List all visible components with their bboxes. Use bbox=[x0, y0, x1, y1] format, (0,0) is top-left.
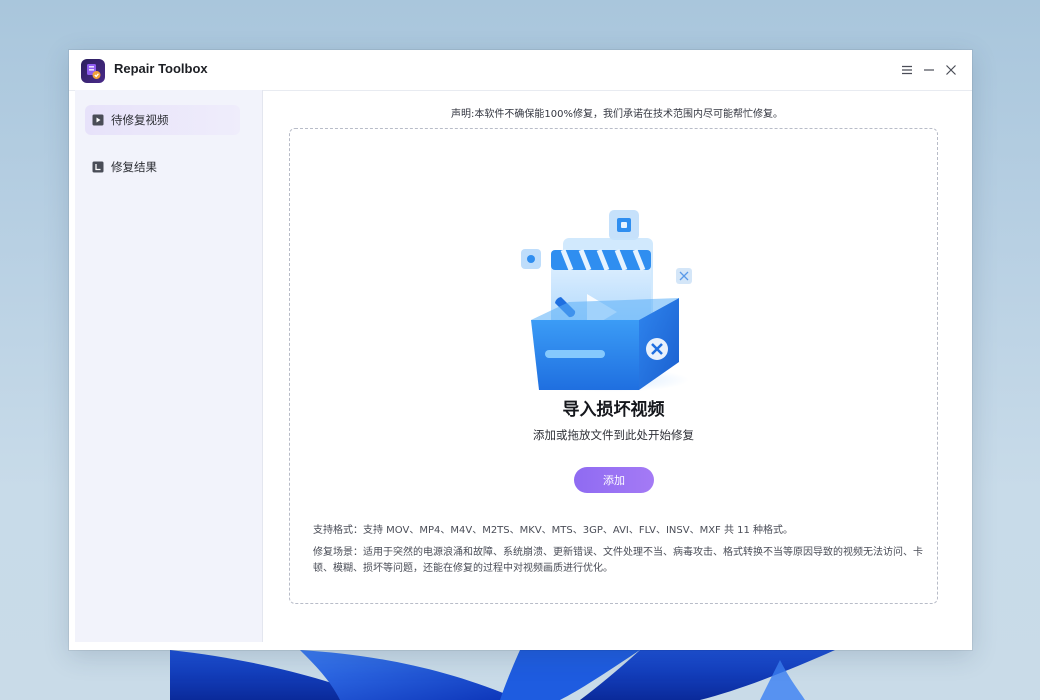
video-file-icon bbox=[92, 114, 104, 126]
sidebar-item-label: 修复结果 bbox=[111, 160, 157, 174]
video-repair-box-illustration bbox=[521, 210, 692, 392]
minimize-icon[interactable] bbox=[921, 62, 937, 78]
drop-zone-subtitle: 添加或拖放文件到此处开始修复 bbox=[533, 428, 694, 442]
disclaimer-text: 声明:本软件不确保能100%修复，我们承诺在技术范围内尽可能帮忙修复。 bbox=[451, 109, 783, 120]
close-icon[interactable] bbox=[943, 62, 959, 78]
sidebar-item-label: 待修复视频 bbox=[111, 113, 169, 127]
app-logo-icon bbox=[81, 59, 105, 83]
menu-icon[interactable] bbox=[899, 62, 915, 78]
sidebar-item-pending-videos[interactable]: 待修复视频 bbox=[85, 105, 240, 135]
app-title: Repair Toolbox bbox=[114, 61, 208, 76]
sidebar-item-repair-results[interactable]: 修复结果 bbox=[85, 152, 240, 182]
title-bar: Repair Toolbox bbox=[69, 50, 972, 91]
repair-scenarios-text: 修复场景：适用于突然的电源浪涌和故障、系统崩溃、更新错误、文件处理不当、病毒攻击… bbox=[313, 547, 923, 574]
drop-zone[interactable]: 导入损坏视频 添加或拖放文件到此处开始修复 添加 支持格式：支持 MOV、MP4… bbox=[289, 128, 938, 604]
supported-formats-text: 支持格式：支持 MOV、MP4、M4V、M2TS、MKV、MTS、3GP、AVI… bbox=[313, 525, 794, 536]
sidebar: 待修复视频 修复结果 bbox=[75, 90, 263, 642]
add-button[interactable]: 添加 bbox=[574, 467, 654, 493]
result-file-icon bbox=[92, 161, 104, 173]
app-window: Repair Toolbox 待修复视频 修复结果 声明:本软件不确保能100%… bbox=[69, 50, 972, 650]
main-panel: 声明:本软件不确保能100%修复，我们承诺在技术范围内尽可能帮忙修复。 导入损坏… bbox=[262, 90, 972, 650]
drop-zone-title: 导入损坏视频 bbox=[562, 400, 665, 420]
